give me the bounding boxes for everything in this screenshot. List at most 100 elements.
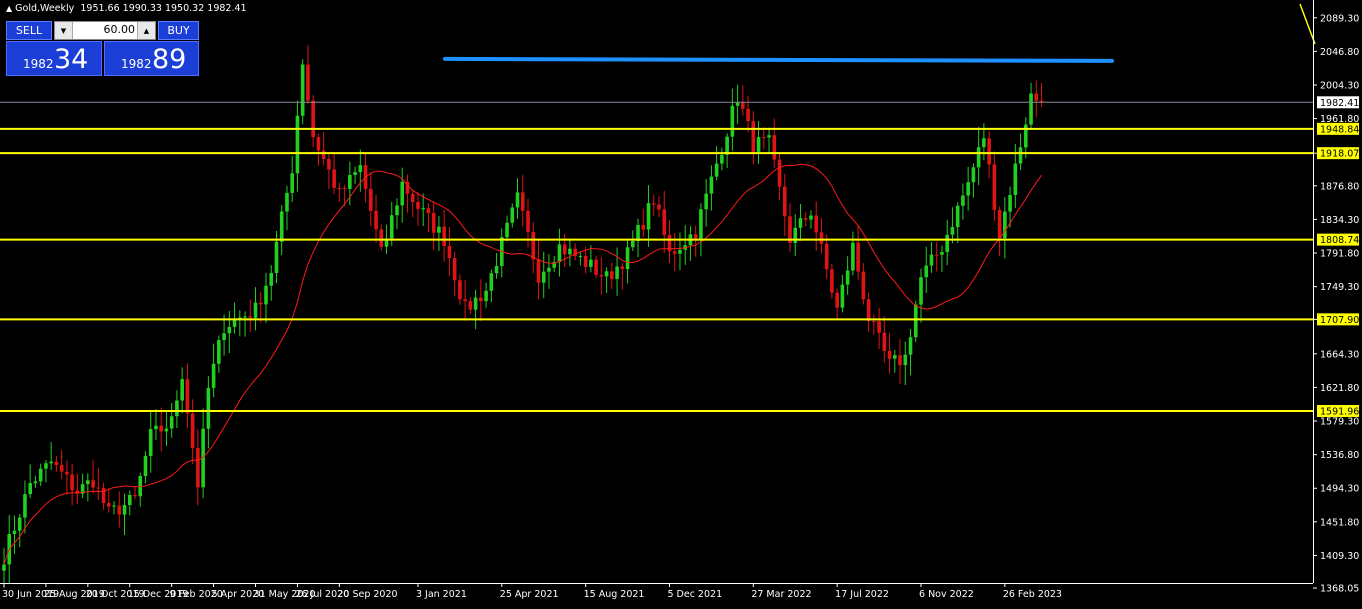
price-tick-label: 1494.30 [1320,484,1359,495]
bull-candle [798,218,803,228]
bull-candle [127,495,132,506]
bull-candle [353,172,357,175]
bear-candle [526,210,530,233]
time-tick-label: 17 Jul 2022 [835,589,889,600]
bear-candle [898,355,902,366]
time-tick-label: 27 Mar 2022 [751,589,811,600]
bull-candle [274,241,279,273]
bull-candle [510,207,515,223]
bull-candle [547,267,551,272]
bull-candle [929,254,934,266]
bear-candle [159,425,163,432]
bear-candle [379,229,384,247]
bear-candle [410,193,415,203]
bull-candle [290,173,294,193]
bull-candle [489,273,494,291]
bull-candle [484,290,488,302]
bull-candle [295,115,300,174]
bull-candle [44,463,48,469]
bull-candle [23,494,27,518]
bear-candle [107,503,111,507]
price-tick-label: 1664.30 [1320,349,1359,360]
buy-button[interactable]: BUY [158,21,199,40]
price-tick-label: 1368.05 [1320,584,1359,595]
bear-candle [641,224,646,230]
bull-candle [678,249,682,254]
chart-canvas[interactable]: 2089.302046.802004.301961.801876.801834.… [0,0,1362,605]
bear-candle [814,215,818,233]
bull-candle [625,247,630,270]
bear-candle [610,271,614,279]
buy-price-pips: 89 [152,44,187,75]
bull-candle [206,387,211,429]
bear-candle [693,234,698,239]
bear-candle [59,465,64,472]
bull-candle [358,165,363,173]
bull-candle [279,211,284,242]
bull-candle [253,302,258,318]
bull-candle [982,138,986,148]
bull-candle [222,333,226,341]
bull-candle [851,242,855,271]
bear-candle [416,202,420,209]
buy-price-button[interactable]: 1982 89 [104,41,199,76]
triangle-down-icon[interactable]: ▼ [55,22,73,39]
sell-price-button[interactable]: 1982 34 [6,41,102,76]
bull-candle [38,468,43,482]
price-tick-label: 1621.80 [1320,383,1359,394]
bear-candle [1034,93,1039,101]
bear-candle [672,251,677,254]
bear-candle [463,299,467,302]
bear-candle [306,64,310,101]
time-tick-label: 20 Sep 2020 [337,589,397,600]
price-axis-group: 2089.302046.802004.301961.801876.801834.… [1313,0,1359,595]
bull-candle [269,272,274,286]
bull-candle [505,222,509,238]
triangle-up-icon[interactable]: ▲ [137,22,155,39]
bull-candle [143,456,148,476]
bull-candle [17,517,22,531]
bull-candle [437,226,441,233]
bull-candle [211,363,216,388]
trendline-fragment [1299,3,1316,45]
bull-candle [793,227,798,244]
bull-candle [28,483,32,495]
bull-candle [767,135,771,138]
bear-candle [782,186,787,217]
price-tick-label: 2046.80 [1320,47,1359,58]
bull-candle [232,319,237,327]
bear-candle [583,255,588,267]
lot-size-input[interactable]: 60.00 [73,23,137,36]
sell-button[interactable]: SELL [6,21,52,40]
bear-candle [468,301,473,310]
bull-candle [348,174,352,189]
bull-candle [421,208,425,210]
bull-candle [164,428,169,432]
bull-candle [615,266,619,279]
level-price-label: 1707.90 [1320,315,1359,326]
bear-candle [741,102,745,109]
bull-candle [714,163,719,177]
bull-candle [908,337,913,355]
bull-candle [756,137,761,152]
bull-candle [604,271,609,277]
bear-candle [777,159,782,187]
bull-candle [1018,147,1023,164]
price-chart[interactable]: 2089.30 2046.80 2004.30 1961.80 1876.80 1834.… [0,0,1362,605]
bear-candle [803,218,808,220]
bear-candle [65,471,69,475]
bull-candle [33,481,38,484]
bull-candle [720,154,724,164]
bear-candle [479,297,483,302]
bull-candle [1003,211,1007,239]
bull-candle [945,234,949,252]
bull-candle [2,564,6,571]
bear-candle [337,187,342,189]
bear-candle [746,108,750,122]
bear-candle [426,208,431,214]
time-tick-label: 6 Nov 2022 [919,589,974,600]
bull-candle [264,285,268,305]
lot-size-stepper[interactable]: ▼ 60.00 ▲ [54,21,156,40]
bull-candle [180,379,184,401]
bear-candle [562,244,567,255]
